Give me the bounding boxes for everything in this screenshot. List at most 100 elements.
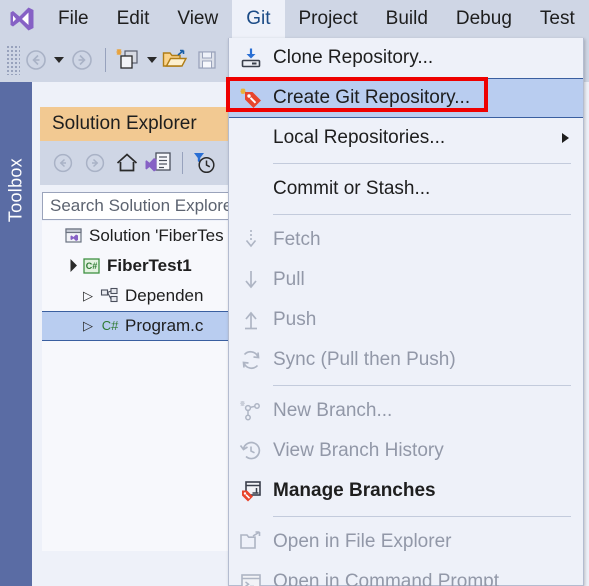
csharp-project-icon: C# (80, 257, 104, 275)
navigate-forward-icon[interactable] (67, 45, 97, 75)
solution-explorer-toolbar (40, 141, 230, 185)
tree-expander-closed-icon[interactable] (78, 318, 98, 334)
branch-history-icon (229, 439, 273, 463)
git-menu-item-label: Local Repositories... (273, 127, 446, 148)
solution-explorer-title[interactable]: Solution Explorer (40, 107, 230, 141)
tree-expander-closed-icon[interactable] (78, 288, 98, 304)
git-menu-item-label: Commit or Stash... (273, 178, 431, 199)
tree-item-label: FiberTest1 (107, 256, 192, 275)
navigate-back-dropdown-icon[interactable] (52, 45, 66, 75)
solution-explorer-toolbar-separator (182, 152, 183, 174)
menubar-item-label: Build (385, 8, 428, 29)
git-menu-item-label: Push (273, 309, 317, 330)
submenu-chevron-right-icon (562, 133, 569, 143)
push-icon (229, 308, 273, 332)
solution-icon (62, 227, 86, 245)
main-menu-bar: File Edit View Git Project Build Debug Test (0, 0, 589, 38)
manage-branches-icon (229, 479, 273, 503)
solution-explorer-title-label: Solution Explorer (52, 113, 197, 134)
git-menu-item-label: Create Git Repository... (273, 87, 471, 108)
home-icon[interactable] (112, 148, 142, 178)
git-menu-item-new-branch: New Branch... (229, 391, 583, 431)
menu-separator (273, 163, 571, 164)
dependencies-icon (98, 287, 122, 305)
visual-studio-window: File Edit View Git Project Build Debug Test (0, 0, 589, 586)
git-menu-item-label: Sync (Pull then Push) (273, 349, 456, 370)
menubar-item-git[interactable]: Git (232, 0, 285, 38)
tree-item-solution-fibertes[interactable]: Solution 'FiberTes (42, 221, 242, 251)
menubar-item-edit[interactable]: Edit (103, 0, 164, 38)
new-project-icon[interactable] (114, 45, 144, 75)
search-solution-explorer-input[interactable]: Search Solution Explorer (42, 192, 238, 220)
git-menu-item-create-git-repository[interactable]: Create Git Repository... (229, 78, 583, 118)
visual-studio-logo-icon (0, 0, 44, 38)
svg-text:C#: C# (86, 261, 98, 271)
navigate-back-icon[interactable] (21, 45, 51, 75)
tree-item-label: Program.c (125, 316, 204, 335)
tree-item-label: Solution 'FiberTes (89, 226, 224, 245)
git-menu-item-pull: Pull (229, 260, 583, 300)
git-menu-item-label: Open in File Explorer (273, 531, 452, 552)
toolbox-tab[interactable]: Toolbox (0, 82, 32, 586)
tree-item-label: Dependen (125, 286, 204, 305)
menu-separator (273, 385, 571, 386)
menubar-item-label: Test (539, 8, 575, 29)
clone-repository-icon (229, 46, 273, 70)
toolbox-tab-label: Toolbox (5, 158, 26, 223)
git-menu-item-label: New Branch... (273, 400, 393, 421)
menubar-item-build[interactable]: Build (372, 0, 442, 38)
menubar-item-debug[interactable]: Debug (442, 0, 526, 38)
git-menu-item-local-repositories[interactable]: Local Repositories... (229, 118, 583, 158)
git-menu-item-commit-or-stash[interactable]: Commit or Stash... (229, 169, 583, 209)
forward-icon[interactable] (80, 148, 110, 178)
new-project-dropdown-icon[interactable] (145, 45, 159, 75)
switch-views-icon[interactable] (144, 148, 174, 178)
csharp-file-icon: C# (98, 317, 122, 335)
git-menu-item-clone-repository[interactable]: Clone Repository... (229, 38, 583, 78)
tree-item-fibertest1[interactable]: C# FiberTest1 (42, 251, 242, 281)
menubar-item-test[interactable]: Test (526, 0, 589, 38)
git-menu-item-label: Fetch (273, 229, 321, 250)
fetch-icon (229, 228, 273, 252)
create-git-repository-icon (229, 86, 273, 110)
new-branch-icon (229, 399, 273, 423)
git-menu-item-manage-branches[interactable]: Manage Branches (229, 471, 583, 511)
menu-separator (273, 214, 571, 215)
menubar-item-label: Git (246, 8, 271, 29)
svg-text:C#: C# (102, 318, 119, 333)
command-prompt-icon (229, 570, 273, 586)
tree-item-program-c[interactable]: C# Program.c (42, 311, 242, 341)
tree-item-dependen[interactable]: Dependen (42, 281, 242, 311)
open-folder-icon[interactable] (160, 45, 190, 75)
sync-icon (229, 348, 273, 372)
git-menu-item-open-in-file-explorer: Open in File Explorer (229, 522, 583, 562)
toolbar-separator (105, 48, 106, 72)
open-file-explorer-icon (229, 530, 273, 554)
search-input-placeholder: Search Solution Explorer (50, 196, 238, 215)
toolbar-drag-grip[interactable] (6, 45, 20, 75)
save-icon[interactable] (192, 45, 222, 75)
menubar-item-label: Edit (116, 8, 150, 29)
menubar-item-label: Project (298, 8, 358, 29)
menubar-item-label: Debug (455, 8, 512, 29)
pending-changes-filter-icon[interactable] (189, 148, 219, 178)
git-menu-item-push: Push (229, 300, 583, 340)
git-menu-item-label: Open in Command Prompt (273, 571, 499, 586)
git-menu-item-label: Pull (273, 269, 305, 290)
tree-expander-open-icon[interactable] (60, 260, 80, 273)
menubar-item-view[interactable]: View (163, 0, 232, 38)
menubar-item-label: File (58, 8, 89, 29)
git-menu-item-open-in-command-prompt: Open in Command Prompt (229, 562, 583, 586)
menu-separator (273, 516, 571, 517)
git-menu-item-fetch: Fetch (229, 220, 583, 260)
git-menu-item-sync-pull-then-push: Sync (Pull then Push) (229, 340, 583, 380)
git-menu-item-label: Manage Branches (273, 480, 436, 501)
git-menu-item-label: View Branch History (273, 440, 444, 461)
git-menu-item-view-branch-history: View Branch History (229, 431, 583, 471)
git-menu-item-label: Clone Repository... (273, 47, 434, 68)
menubar-item-file[interactable]: File (44, 0, 103, 38)
git-dropdown-menu: Clone Repository... Create Git Repository… (228, 38, 584, 586)
menubar-item-label: View (177, 8, 219, 29)
back-icon[interactable] (48, 148, 78, 178)
menubar-item-project[interactable]: Project (285, 0, 372, 38)
